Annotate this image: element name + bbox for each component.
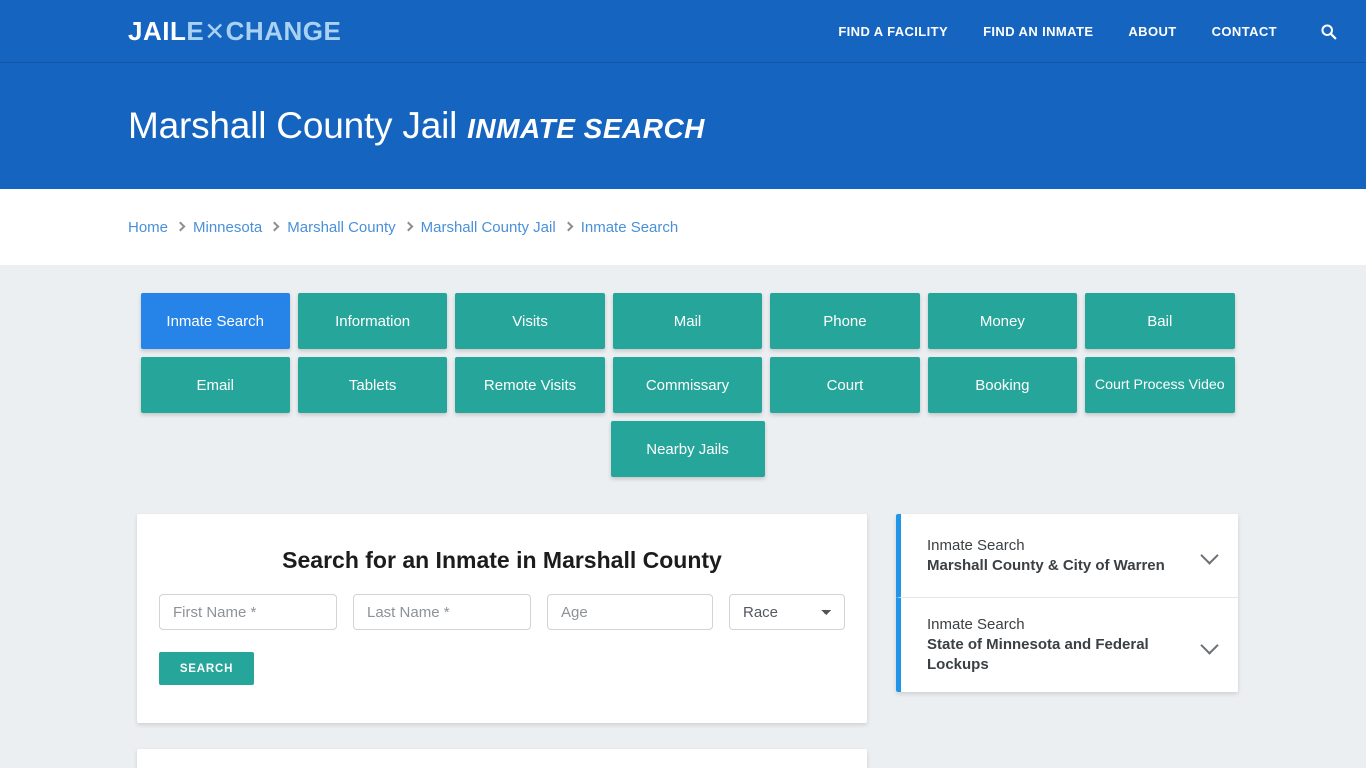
tab-phone[interactable]: Phone xyxy=(770,293,920,349)
logo-x-icon: ✕ xyxy=(204,17,226,46)
page-body: Inmate Search Information Visits Mail Ph… xyxy=(0,265,1366,768)
tab-information[interactable]: Information xyxy=(297,293,448,349)
search-fields: Race xyxy=(159,594,845,630)
accordion-item-line1: Inmate Search xyxy=(927,536,1025,554)
search-heading: Search for an Inmate in Marshall County xyxy=(282,547,722,573)
site-logo[interactable]: JAIL E ✕ CHANGE xyxy=(128,16,341,47)
logo-text-change: CHANGE xyxy=(225,15,342,46)
last-name-input[interactable] xyxy=(353,594,531,630)
nav-item-find-a-facility[interactable]: FIND A FACILITY xyxy=(838,24,948,39)
nav-item-contact[interactable]: CONTACT xyxy=(1212,24,1277,39)
right-column: Inmate Search Marshall County & City of … xyxy=(896,514,1238,768)
accordion-item-line1: Inmate Search xyxy=(927,616,1025,633)
race-select[interactable]: Race xyxy=(729,594,845,630)
chevron-right-icon xyxy=(175,221,186,231)
chevron-down-icon[interactable] xyxy=(1200,546,1219,565)
tab-bail[interactable]: Bail xyxy=(1085,293,1235,349)
left-column: Search for an Inmate in Marshall County … xyxy=(137,514,867,768)
chevron-down-icon[interactable] xyxy=(1200,635,1219,655)
accordion-item-text: Inmate Search State of Minnesota and Fed… xyxy=(927,615,1191,675)
accordion-item-line2: State of Minnesota and Federal Lockups xyxy=(927,636,1149,673)
site-header: JAIL E ✕ CHANGE FIND A FACILITY FIND AN INM… xyxy=(0,0,1366,63)
section-tabs-last-row: Nearby Jails xyxy=(137,421,1238,477)
chevron-right-icon xyxy=(563,221,574,231)
search-icon[interactable] xyxy=(1318,21,1338,41)
search-submit-button[interactable]: SEARCH xyxy=(159,652,254,685)
accordion-item-line2: Marshall County & City of Warren xyxy=(927,556,1165,574)
section-tabs: Inmate Search Information Visits Mail Ph… xyxy=(140,293,1235,413)
breadcrumb-item-minnesota[interactable]: Minnesota xyxy=(193,219,262,236)
breadcrumb: Home Minnesota Marshall County Marshall … xyxy=(128,219,678,236)
chevron-right-icon xyxy=(269,221,280,231)
logo-text-e: E xyxy=(186,15,205,46)
breadcrumb-item-marshall-county-jail[interactable]: Marshall County Jail xyxy=(421,219,556,236)
age-input[interactable] xyxy=(547,594,713,630)
accordion-item-state-search[interactable]: Inmate Search State of Minnesota and Fed… xyxy=(896,598,1238,692)
tab-inmate-search[interactable]: Inmate Search xyxy=(140,293,290,349)
accordion-item-county-search[interactable]: Inmate Search Marshall County & City of … xyxy=(896,514,1238,598)
page-title-main: Marshall County Jail xyxy=(128,105,458,146)
tab-tablets[interactable]: Tablets xyxy=(297,357,448,413)
nav-item-find-an-inmate[interactable]: FIND AN INMATE xyxy=(983,24,1093,39)
tab-mail[interactable]: Mail xyxy=(612,293,763,349)
main-navigation: FIND A FACILITY FIND AN INMATE ABOUT CON… xyxy=(838,21,1338,41)
breadcrumb-item-marshall-county[interactable]: Marshall County xyxy=(287,219,395,236)
tab-commissary[interactable]: Commissary xyxy=(612,357,763,413)
tab-court-process-video[interactable]: Court Process Video xyxy=(1085,357,1235,413)
page-hero: Marshall County Jail INMATE SEARCH xyxy=(0,63,1366,189)
nav-item-about[interactable]: ABOUT xyxy=(1128,24,1176,39)
page-title: Marshall County Jail INMATE SEARCH xyxy=(128,105,705,147)
content-columns: Search for an Inmate in Marshall County … xyxy=(137,514,1238,768)
breadcrumb-bar: Home Minnesota Marshall County Marshall … xyxy=(0,189,1366,265)
sidebar-accordion: Inmate Search Marshall County & City of … xyxy=(896,514,1238,692)
accordion-item-text: Inmate Search Marshall County & City of … xyxy=(927,536,1191,576)
chevron-right-icon xyxy=(403,221,414,231)
tab-nearby-jails[interactable]: Nearby Jails xyxy=(610,421,765,477)
tab-visits[interactable]: Visits xyxy=(455,293,605,349)
breadcrumb-item-home[interactable]: Home xyxy=(128,219,168,236)
page-title-sub: INMATE SEARCH xyxy=(467,113,705,144)
tab-remote-visits[interactable]: Remote Visits xyxy=(455,357,605,413)
tab-booking[interactable]: Booking xyxy=(927,357,1078,413)
inmate-search-card: Search for an Inmate in Marshall County … xyxy=(137,514,867,723)
secondary-card xyxy=(137,749,867,768)
logo-text-jail: JAIL xyxy=(128,15,187,46)
tab-money[interactable]: Money xyxy=(927,293,1078,349)
tab-email[interactable]: Email xyxy=(140,357,290,413)
breadcrumb-item-inmate-search: Inmate Search xyxy=(580,218,679,236)
first-name-input[interactable] xyxy=(159,594,337,630)
tab-court[interactable]: Court xyxy=(770,357,920,413)
